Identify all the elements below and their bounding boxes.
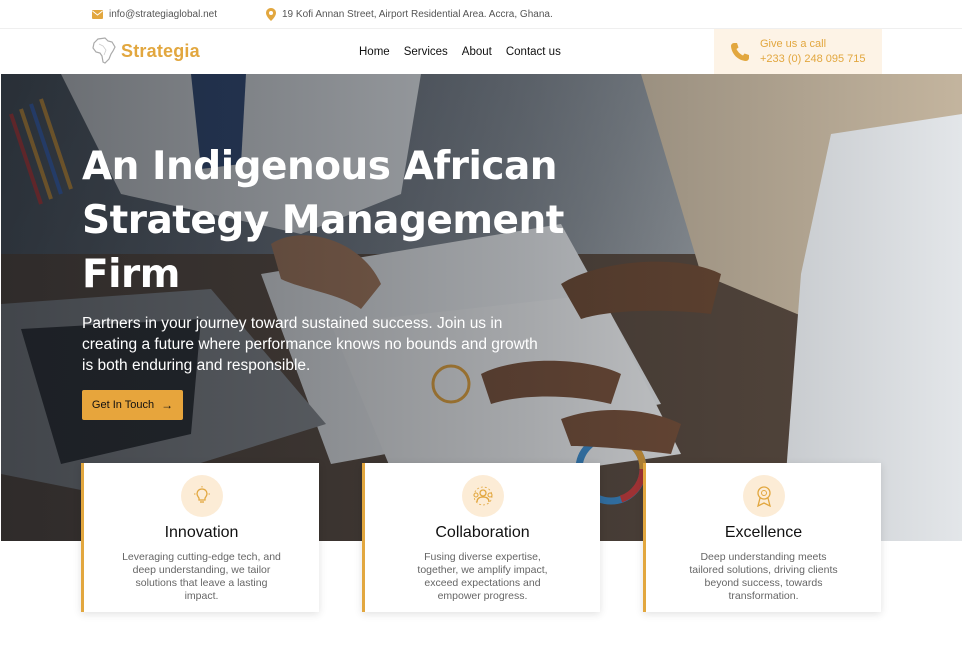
- logo[interactable]: Strategia: [91, 37, 200, 65]
- lightbulb-icon: [180, 475, 223, 517]
- feature-card-innovation: Innovation Leveraging cutting-edge tech,…: [81, 463, 319, 612]
- get-in-touch-label: Get In Touch: [91, 399, 155, 411]
- feature-card-collaboration: Collaboration Fusing diverse expertise, …: [362, 463, 600, 612]
- feature-description: Leveraging cutting-edge tech, and deep u…: [122, 551, 281, 602]
- nav-home[interactable]: Home: [359, 46, 390, 58]
- arrow-right-icon: →: [161, 398, 174, 412]
- main-navbar: Strategia Home Services About Contact us…: [0, 29, 962, 74]
- hero-title-line-2: Strategy Management: [82, 198, 564, 243]
- email-text: info@strategiaglobal.net: [109, 9, 217, 20]
- get-in-touch-button[interactable]: Get In Touch →: [82, 390, 183, 420]
- nav-contact-us[interactable]: Contact us: [506, 46, 561, 58]
- phone-icon: [731, 42, 749, 61]
- feature-title: Innovation: [164, 524, 239, 541]
- mail-icon: [92, 10, 103, 19]
- hero-title-line-1: An Indigenous African: [82, 144, 558, 189]
- top-info-bar: info@strategiaglobal.net 19 Kofi Annan S…: [0, 0, 962, 29]
- hero-title: An Indigenous African Strategy Managemen…: [82, 140, 602, 302]
- email-contact[interactable]: info@strategiaglobal.net: [92, 0, 217, 29]
- call-label: Give us a call: [760, 37, 827, 50]
- main-nav: Home Services About Contact us: [359, 29, 561, 74]
- address-text: 19 Kofi Annan Street, Airport Residentia…: [282, 9, 553, 20]
- feature-title: Collaboration: [435, 524, 530, 541]
- nav-services[interactable]: Services: [404, 46, 448, 58]
- feature-description: Deep understanding meets tailored soluti…: [689, 551, 838, 602]
- call-number: +233 (0) 248 095 715: [760, 52, 866, 65]
- feature-title: Excellence: [724, 524, 803, 541]
- call-box[interactable]: Give us a call +233 (0) 248 095 715: [714, 29, 882, 74]
- team-icon: [461, 475, 504, 517]
- hero-subtitle: Partners in your journey toward sustaine…: [82, 315, 538, 374]
- award-icon: [742, 475, 785, 517]
- address-contact: 19 Kofi Annan Street, Airport Residentia…: [266, 0, 553, 29]
- feature-card-excellence: Excellence Deep understanding meets tail…: [643, 463, 881, 612]
- hero-title-line-3: Firm: [82, 252, 180, 297]
- logo-text: Strategia: [121, 40, 200, 61]
- africa-map-icon: [92, 37, 116, 64]
- location-pin-icon: [266, 8, 276, 21]
- feature-description: Fusing diverse expertise, together, we a…: [417, 551, 548, 602]
- nav-about[interactable]: About: [462, 46, 492, 58]
